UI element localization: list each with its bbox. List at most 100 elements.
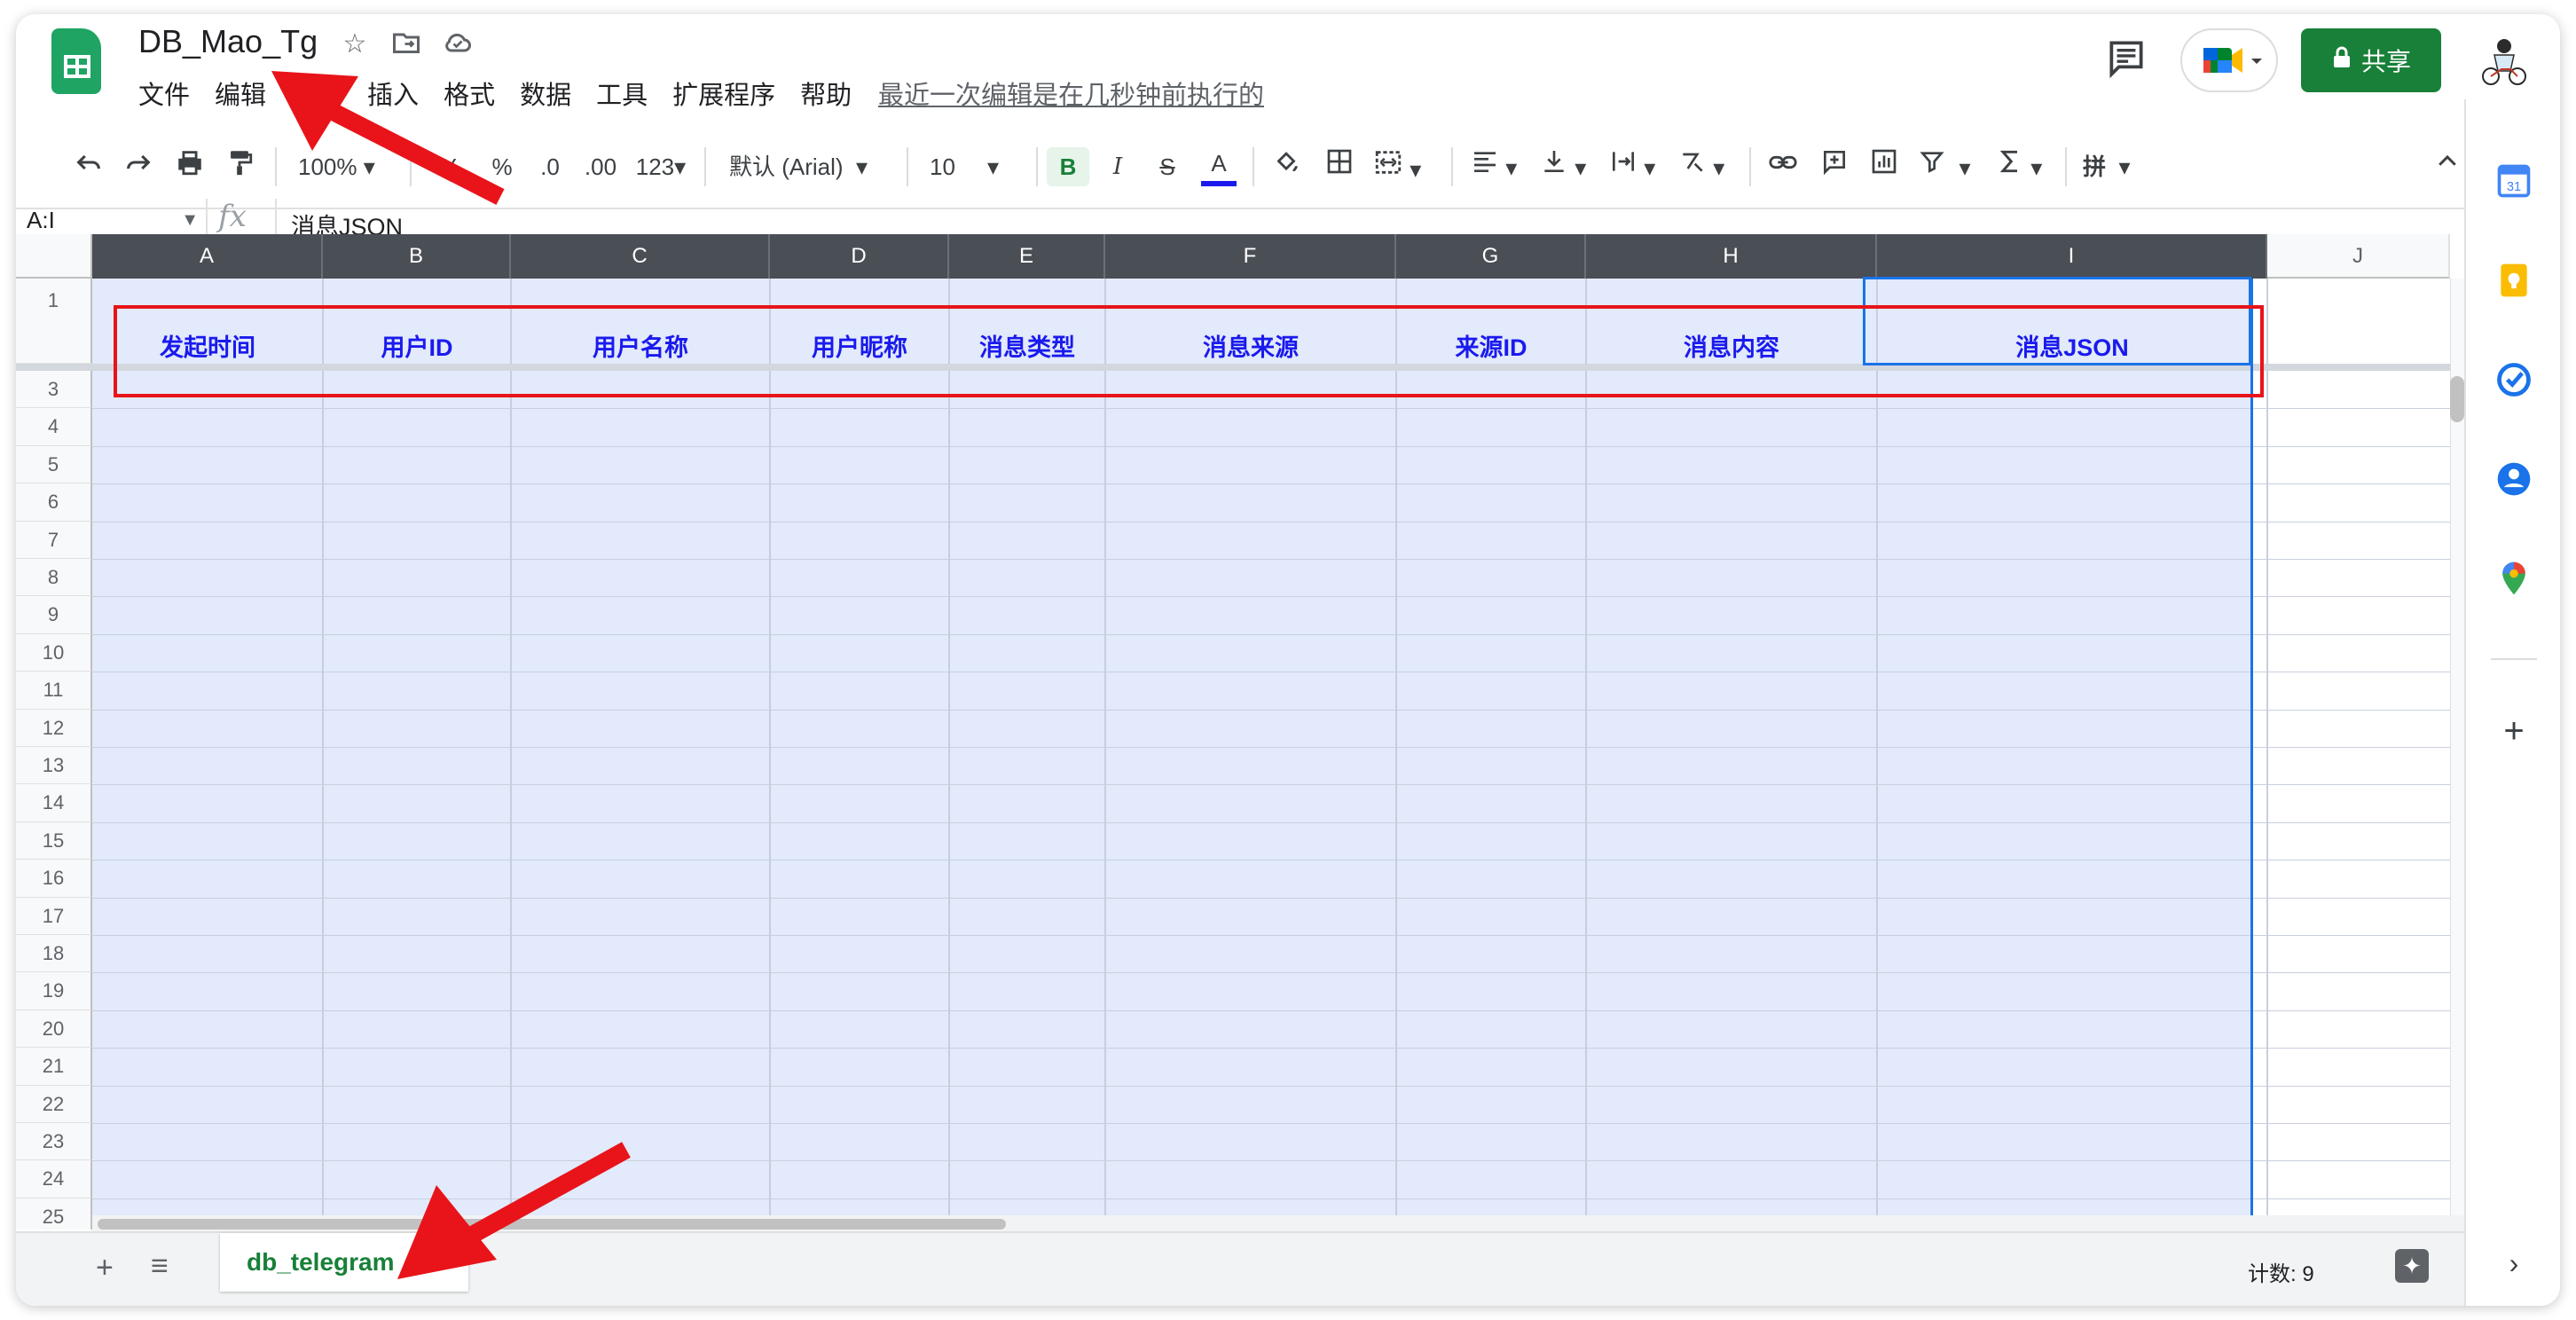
menu-tools[interactable]: 工具 <box>596 75 648 112</box>
row-header-24[interactable]: 24 <box>16 1160 92 1198</box>
row-header-25[interactable]: 25 <box>16 1198 92 1230</box>
row-header-3[interactable]: 3 <box>16 371 92 409</box>
bold-button[interactable]: B <box>1047 147 1089 186</box>
sheet-tab-dropdown-icon[interactable]: ▼ <box>417 1255 435 1275</box>
column-header-h[interactable]: H <box>1586 234 1877 279</box>
menu-file[interactable]: 文件 <box>138 75 190 112</box>
row-header-20[interactable]: 20 <box>16 1010 92 1049</box>
contacts-icon[interactable] <box>2494 460 2533 499</box>
column-header-b[interactable]: B <box>323 234 511 279</box>
filter-icon[interactable]: ▾ <box>1918 147 1985 186</box>
merge-cells-icon[interactable]: ▾ <box>1373 147 1437 186</box>
paint-format-icon[interactable] <box>222 147 257 186</box>
print-icon[interactable] <box>172 147 208 186</box>
column-header-c[interactable]: C <box>511 234 770 279</box>
row-header-7[interactable]: 7 <box>16 521 92 559</box>
comment-history-icon[interactable] <box>2104 35 2148 80</box>
menu-view[interactable]: 查看 <box>291 75 342 112</box>
show-side-panel-icon[interactable]: › <box>2494 1244 2533 1283</box>
row-header-19[interactable]: 19 <box>16 972 92 1010</box>
currency-format-button[interactable]: ¥ <box>436 147 463 186</box>
insert-comment-icon[interactable] <box>1817 147 1852 186</box>
row-header-22[interactable]: 22 <box>16 1085 92 1123</box>
functions-icon[interactable]: ▾ <box>1996 147 2053 186</box>
column-header-g[interactable]: G <box>1396 234 1586 279</box>
column-header-d[interactable]: D <box>770 234 949 279</box>
share-button[interactable]: 共享 <box>2301 28 2441 92</box>
star-icon[interactable]: ☆ <box>337 27 373 62</box>
add-addon-icon[interactable]: + <box>2494 711 2533 750</box>
row-header-10[interactable]: 10 <box>16 633 92 672</box>
menu-insert[interactable]: 插入 <box>367 75 419 112</box>
row-header-6[interactable]: 6 <box>16 483 92 522</box>
redo-icon[interactable] <box>121 147 156 186</box>
text-wrap-icon[interactable]: ▾ <box>1609 147 1666 186</box>
column-header-j[interactable]: J <box>2267 234 2450 279</box>
decrease-decimal-button[interactable]: .0 <box>532 147 568 186</box>
row-header-14[interactable]: 14 <box>16 784 92 822</box>
row-header-8[interactable]: 8 <box>16 559 92 597</box>
text-color-button[interactable]: A <box>1201 147 1237 186</box>
column-header-a[interactable]: A <box>92 234 323 279</box>
font-family-select[interactable]: 默认 (Arial) ▾ <box>729 147 898 186</box>
row-header-5[interactable]: 5 <box>16 445 92 484</box>
maps-icon[interactable] <box>2494 559 2533 598</box>
calendar-icon[interactable]: 31 <box>2494 161 2533 200</box>
row-header-18[interactable]: 18 <box>16 935 92 973</box>
row-header-21[interactable]: 21 <box>16 1048 92 1086</box>
column-header-i[interactable]: I <box>1877 234 2267 279</box>
document-title[interactable]: DB_Mao_Tg <box>138 23 318 60</box>
font-size-select[interactable]: 10 ▾ <box>930 147 1025 186</box>
keep-icon[interactable] <box>2494 261 2533 300</box>
add-sheet-icon[interactable]: + <box>96 1251 114 1285</box>
row-header-15[interactable]: 15 <box>16 821 92 860</box>
row-header-12[interactable]: 12 <box>16 709 92 747</box>
zoom-select[interactable]: 100% ▾ <box>298 147 394 186</box>
row-header-11[interactable]: 11 <box>16 672 92 710</box>
sheet-tab[interactable]: db_telegram ▼ <box>220 1233 468 1292</box>
menu-data[interactable]: 数据 <box>520 75 571 112</box>
insert-chart-icon[interactable] <box>1866 147 1902 186</box>
horizontal-align-icon[interactable]: ▾ <box>1471 147 1528 186</box>
italic-button[interactable]: I <box>1100 147 1135 186</box>
avatar[interactable] <box>2477 34 2532 89</box>
menu-edit[interactable]: 编辑 <box>215 75 266 112</box>
column-header-f[interactable]: F <box>1105 234 1396 279</box>
menu-extensions[interactable]: 扩展程序 <box>672 75 775 112</box>
row-header-16[interactable]: 16 <box>16 860 92 898</box>
move-folder-icon[interactable] <box>389 27 424 62</box>
text-rotation-icon[interactable]: ▾ <box>1678 147 1735 186</box>
sum-count-status[interactable]: 计数: 9 <box>2248 1256 2314 1287</box>
menu-help[interactable]: 帮助 <box>800 75 852 112</box>
vertical-align-icon[interactable]: ▾ <box>1540 147 1597 186</box>
last-edit-link[interactable]: 最近一次编辑是在几秒钟前执行的 <box>878 75 1264 112</box>
tasks-icon[interactable] <box>2494 360 2533 399</box>
spreadsheet-grid[interactable]: ABCDEFGHIJ 1 3 4 5 6 7 8 9 10 11 12 13 14 15 16 17 18 19 2… <box>16 234 2464 1230</box>
insert-link-icon[interactable] <box>1765 147 1801 186</box>
column-header-e[interactable]: E <box>949 234 1105 279</box>
undo-icon[interactable] <box>71 147 106 186</box>
vertical-scrollbar-thumb[interactable] <box>2450 376 2464 422</box>
fill-color-icon[interactable] <box>1268 147 1304 186</box>
increase-decimal-button[interactable]: .00 <box>578 147 623 186</box>
percent-format-button[interactable]: % <box>486 147 518 186</box>
input-tools-button[interactable]: 拼 ▾ <box>2083 147 2147 186</box>
all-sheets-icon[interactable]: ≡ <box>151 1249 169 1284</box>
select-all-corner[interactable] <box>16 234 92 279</box>
cloud-status-icon[interactable] <box>440 27 475 62</box>
collapse-toolbar-icon[interactable] <box>2432 147 2462 186</box>
borders-icon[interactable] <box>1322 147 1357 186</box>
row-header-17[interactable]: 17 <box>16 897 92 935</box>
sheets-logo-icon[interactable] <box>51 28 101 94</box>
horizontal-scrollbar-thumb[interactable] <box>98 1219 1006 1230</box>
row-header-4[interactable]: 4 <box>16 408 92 446</box>
menu-format[interactable]: 格式 <box>444 75 495 112</box>
row-header-13[interactable]: 13 <box>16 747 92 785</box>
meet-button[interactable] <box>2180 28 2278 92</box>
row-header-9[interactable]: 9 <box>16 596 92 634</box>
explore-icon[interactable]: ✦ <box>2395 1249 2429 1283</box>
number-format-select[interactable]: 123▾ <box>630 147 692 186</box>
row-header-23[interactable]: 23 <box>16 1123 92 1161</box>
row-header-1[interactable]: 1 <box>16 279 92 364</box>
strikethrough-button[interactable]: S <box>1150 147 1185 186</box>
